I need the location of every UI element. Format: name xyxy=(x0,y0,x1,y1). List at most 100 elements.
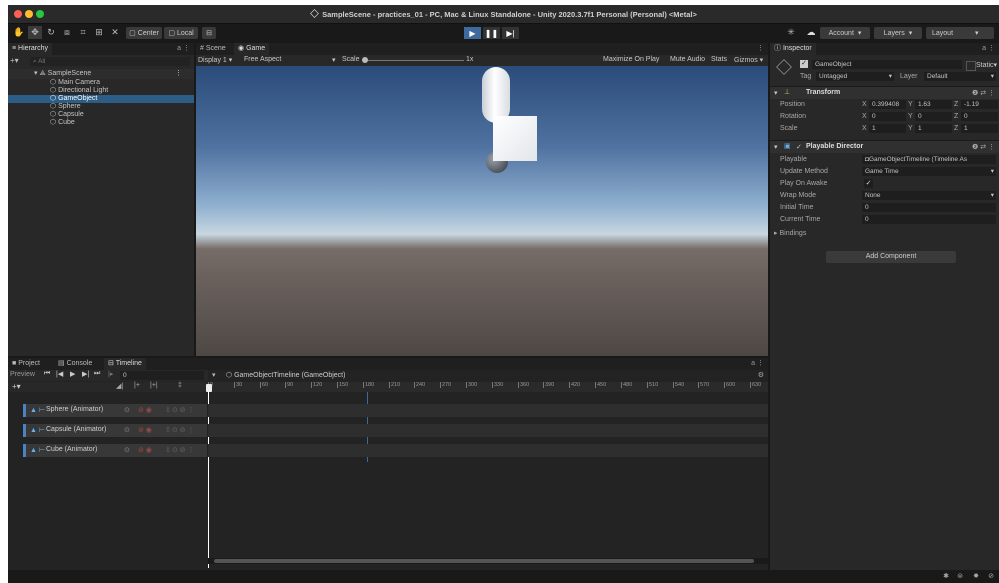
tab-project[interactable]: ■ Project xyxy=(8,358,44,370)
static-checkbox[interactable] xyxy=(966,61,976,71)
transform-position-y-input[interactable]: 1.63 xyxy=(915,100,952,109)
rotate-tool-icon[interactable]: ↻ xyxy=(44,26,58,39)
hierarchy-search-input[interactable]: ⌕ All xyxy=(30,57,190,66)
timeline-asset-name[interactable]: ⬡ GameObjectTimeline (GameObject) xyxy=(226,371,345,379)
tab-hierarchy[interactable]: ≡ Hierarchy xyxy=(8,43,52,55)
tag-dropdown[interactable]: Untagged ▾ xyxy=(816,72,894,81)
tab-game[interactable]: ◉ Game xyxy=(234,43,270,55)
tab-console[interactable]: ▤ Console xyxy=(54,358,96,370)
hierarchy-item[interactable]: ⬡ Sphere xyxy=(8,103,194,111)
collab-status-icon[interactable]: ⊘ xyxy=(988,572,994,580)
aspect-dropdown[interactable]: Free Aspect xyxy=(244,56,281,63)
prev-frame-icon[interactable]: |◀ xyxy=(56,370,63,378)
cloud-icon[interactable]: ☁ xyxy=(804,26,818,39)
scale-slider[interactable] xyxy=(364,60,464,61)
track-options-icon[interactable]: ‡ ⊙ ⊘ ⋮ xyxy=(166,406,194,414)
record-icon[interactable]: ⊘ ◉ xyxy=(138,406,152,414)
account-dropdown[interactable]: Account ▾ xyxy=(820,27,870,39)
tab-scene[interactable]: # Scene xyxy=(196,43,230,55)
snap-icon[interactable]: |+ xyxy=(134,382,140,389)
timeline-play-icon[interactable]: ▶ xyxy=(70,370,75,378)
goto-end-icon[interactable]: ⏭ xyxy=(94,370,100,378)
timeline-dropdown-icon[interactable]: ▾ xyxy=(212,371,216,379)
ripple-icon[interactable]: |+| xyxy=(150,382,158,389)
timeline-settings-icon[interactable]: ⚙ xyxy=(758,371,764,379)
preview-toggle[interactable]: Preview xyxy=(10,371,35,378)
clip-edit-mode-icon[interactable]: ◢| xyxy=(116,382,123,390)
object-name-input[interactable]: GameObject xyxy=(812,60,962,69)
stats-toggle[interactable]: Stats xyxy=(711,56,727,63)
game-view-render[interactable] xyxy=(196,66,768,356)
track-binding-target-icon[interactable]: ⊙ xyxy=(124,406,130,414)
loop-icon[interactable]: |▸ xyxy=(108,370,113,378)
scene-menu-icon[interactable]: ⋮ xyxy=(175,69,182,79)
transform-scale-y-input[interactable]: 1 xyxy=(915,124,952,133)
rect-tool-icon[interactable]: ⌗ xyxy=(76,26,90,39)
transform-scale-z-input[interactable]: 1 xyxy=(961,124,998,133)
transform-scale-x-input[interactable]: 1 xyxy=(869,124,906,133)
static-dropdown[interactable]: Static▾ xyxy=(976,61,997,69)
track-options-icon[interactable]: ‡ ⊙ ⊘ ⋮ xyxy=(166,426,194,434)
debug-icon[interactable]: ✸ xyxy=(973,572,979,580)
transform-header[interactable]: ▾ ⊥ Transform ❷ ⇄ ⋮ xyxy=(770,86,999,99)
pause-button[interactable]: ❚❚ xyxy=(483,27,500,39)
panel-menu-icon[interactable]: a ⋮ xyxy=(177,44,190,52)
component-settings-icon[interactable]: ❷ ⇄ ⋮ xyxy=(972,143,995,151)
layer-dropdown[interactable]: Default ▾ xyxy=(924,72,996,81)
playable-field[interactable]: ◘GameObjectTimeline (Timeline As xyxy=(862,155,996,164)
playhead-handle[interactable] xyxy=(206,384,212,392)
update-method-dropdown[interactable]: Game Time ▾ xyxy=(862,167,996,176)
track-binding-target-icon[interactable]: ⊙ xyxy=(124,446,130,454)
track-header[interactable]: ▲ ⊢ Capsule (Animator) ⊙ ⊘ ◉ ‡ ⊙ ⊘ ⋮ xyxy=(23,424,207,437)
track-binding-target-icon[interactable]: ⊙ xyxy=(124,426,130,434)
hand-tool-icon[interactable]: ✋ xyxy=(12,26,26,39)
create-plus-icon[interactable]: +▾ xyxy=(10,56,19,65)
timeline-scrollbar[interactable] xyxy=(208,558,768,564)
time-ruler[interactable]: 0306090120150180210240270300330360390420… xyxy=(208,382,768,392)
track-header[interactable]: ▲ ⊢ Cube (Animator) ⊙ ⊘ ◉ ‡ ⊙ ⊘ ⋮ xyxy=(23,444,207,457)
tab-inspector[interactable]: ⓘ Inspector xyxy=(770,43,816,55)
next-frame-icon[interactable]: ▶| xyxy=(82,370,89,378)
current-time-input[interactable]: 0 xyxy=(862,215,996,224)
track-header[interactable]: ▲ ⊢ Sphere (Animator) ⊙ ⊘ ◉ ‡ ⊙ ⊘ ⋮ xyxy=(23,404,207,417)
panel-menu-icon[interactable]: ⋮ xyxy=(757,44,764,52)
hierarchy-item[interactable]: ⬡ Directional Light xyxy=(8,87,194,95)
aspect-chevron-icon[interactable]: ▾ xyxy=(332,56,336,64)
collab-icon[interactable]: ✳ xyxy=(784,26,798,39)
play-on-awake-checkbox[interactable]: ✓ xyxy=(864,179,873,188)
playhead-snap-icon[interactable]: ‡ xyxy=(178,382,182,389)
add-component-button[interactable]: Add Component xyxy=(826,251,956,263)
scale-tool-icon[interactable]: ⧈ xyxy=(60,26,74,39)
track-row[interactable] xyxy=(208,424,768,437)
display-dropdown[interactable]: Display 1 ▾ xyxy=(198,56,232,64)
pivot-center-button[interactable]: ▢ Center xyxy=(126,27,162,39)
gizmos-dropdown[interactable]: Gizmos ▾ xyxy=(734,56,763,64)
frame-input[interactable]: 0 xyxy=(120,371,204,380)
snap-grid-button[interactable]: ⊟ xyxy=(202,27,216,39)
hierarchy-item[interactable]: ⬡ Cube xyxy=(8,119,194,127)
tab-timeline[interactable]: ⊟ Timeline xyxy=(104,358,146,370)
layers-dropdown[interactable]: Layers ▾ xyxy=(874,27,922,39)
record-icon[interactable]: ⊘ ◉ xyxy=(138,426,152,434)
move-tool-icon[interactable]: ✥ xyxy=(28,26,42,39)
hierarchy-item[interactable]: ⬡ GameObject xyxy=(8,95,194,103)
custom-tool-icon[interactable]: ✕ xyxy=(108,26,122,39)
panel-menu-icon[interactable]: a ⋮ xyxy=(751,359,764,367)
panel-menu-icon[interactable]: a ⋮ xyxy=(982,44,995,52)
transform-tool-icon[interactable]: ⊞ xyxy=(92,26,106,39)
scale-slider-handle[interactable] xyxy=(362,57,368,63)
transform-rotation-x-input[interactable]: 0 xyxy=(869,112,906,121)
transform-position-x-input[interactable]: 0.399408 xyxy=(869,100,906,109)
progress-icon[interactable]: ✱ xyxy=(943,572,949,580)
add-track-icon[interactable]: +▾ xyxy=(12,382,21,391)
hierarchy-item[interactable]: ⬡ Capsule xyxy=(8,111,194,119)
active-checkbox[interactable]: ✓ xyxy=(800,60,808,68)
component-enabled-checkbox[interactable]: ✓ xyxy=(796,143,802,151)
transform-rotation-y-input[interactable]: 0 xyxy=(915,112,952,121)
transform-position-z-input[interactable]: -1.19 xyxy=(961,100,998,109)
track-row[interactable] xyxy=(208,404,768,417)
transform-rotation-z-input[interactable]: 0 xyxy=(961,112,998,121)
step-button[interactable]: ▶| xyxy=(502,27,519,39)
pivot-local-button[interactable]: ▢ Local xyxy=(164,27,198,39)
goto-start-icon[interactable]: ⏮ xyxy=(44,370,50,378)
